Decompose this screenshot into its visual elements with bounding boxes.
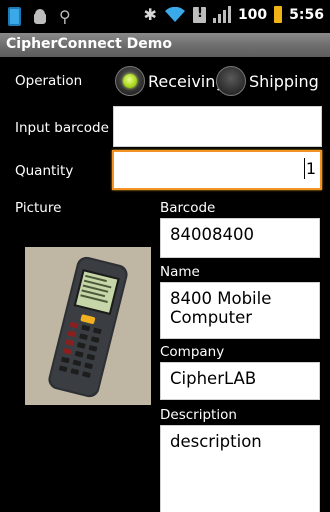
- app-title: CipherConnect Demo: [6, 36, 172, 52]
- operation-label: Operation: [15, 73, 83, 89]
- clock: 5:56: [289, 6, 324, 23]
- battery-percent: 100: [237, 6, 268, 23]
- input-barcode-field[interactable]: [113, 106, 322, 147]
- battery-icon: [274, 6, 283, 23]
- barcode-label: Barcode: [160, 200, 216, 216]
- mobile-computer-image: [25, 247, 151, 405]
- radio-unchecked-icon[interactable]: [216, 66, 246, 96]
- description-field[interactable]: description: [160, 425, 320, 512]
- input-barcode-label: Input barcode: [15, 120, 109, 136]
- title-bar: CipherConnect Demo: [0, 33, 330, 57]
- name-field[interactable]: 8400 Mobile Computer: [160, 282, 320, 339]
- product-picture: [25, 247, 151, 405]
- company-label: Company: [160, 344, 225, 360]
- picture-label: Picture: [15, 200, 62, 216]
- usb-icon: ⚲: [59, 6, 71, 26]
- wifi-icon: [164, 6, 185, 22]
- company-field[interactable]: CipherLAB: [160, 362, 320, 400]
- description-label: Description: [160, 407, 237, 423]
- radio-receiving[interactable]: Receiving: [115, 66, 226, 96]
- quantity-field[interactable]: 1: [112, 150, 322, 190]
- radio-receiving-label: Receiving: [148, 71, 226, 91]
- quantity-value: 1: [305, 159, 316, 178]
- barcode-field[interactable]: 84008400: [160, 218, 320, 258]
- bluetooth-icon: ✱: [143, 4, 157, 24]
- radio-checked-icon[interactable]: [115, 66, 145, 96]
- android-icon: [33, 8, 47, 25]
- status-bar: ⚲ ✱ 100 5:56: [0, 0, 330, 33]
- quantity-label: Quantity: [15, 163, 74, 179]
- phone-icon: [8, 7, 21, 26]
- radio-shipping-label: Shipping: [249, 71, 319, 91]
- sim-alert-icon: [192, 6, 206, 23]
- radio-shipping[interactable]: Shipping: [216, 66, 319, 96]
- name-label: Name: [160, 264, 200, 280]
- signal-icon: [212, 6, 231, 23]
